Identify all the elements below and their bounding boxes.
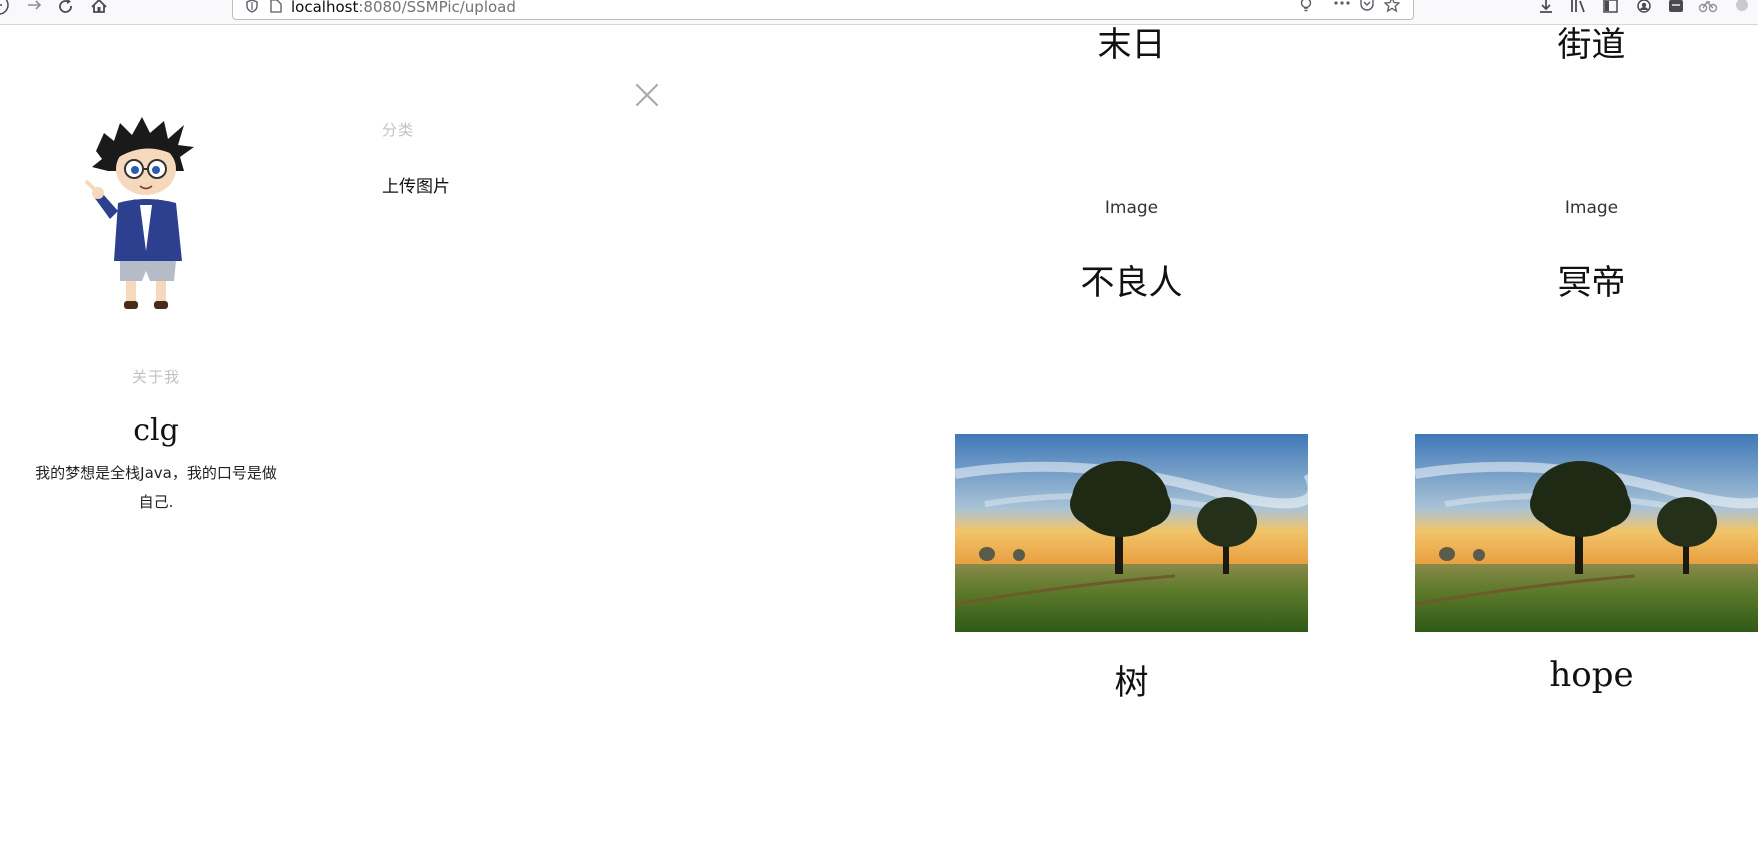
browser-toolbar: localhost:8080/SSMPic/upload xyxy=(0,0,1758,25)
gallery: 色 ge 画 ge 雨 末日 Image 不良人 xyxy=(680,25,1758,842)
forward-arrow-icon[interactable] xyxy=(24,0,46,20)
reload-icon[interactable] xyxy=(56,0,78,20)
gallery-item-caption: Image xyxy=(1564,198,1619,218)
profile-name: clg xyxy=(133,413,179,448)
gallery-item-image[interactable] xyxy=(1415,434,1758,632)
sidebar: 关于我 clg 我的梦想是全栈Java，我的口号是做自己. 分类 上传图片 xyxy=(0,25,680,842)
category-item-upload[interactable]: 上传图片 xyxy=(382,172,450,197)
bike-icon[interactable] xyxy=(1698,0,1718,18)
extension-icon[interactable] xyxy=(1730,0,1750,18)
about-title: 关于我 xyxy=(131,368,180,386)
gallery-column: 末日 Image 不良人 树 xyxy=(955,25,1308,842)
gallery-column: 色 ge 画 ge 雨 xyxy=(680,25,800,842)
url-path: :8080/SSMPic/upload xyxy=(358,0,516,16)
pocket-icon[interactable] xyxy=(1358,0,1376,13)
account-icon[interactable] xyxy=(1634,0,1654,18)
extension-icon[interactable] xyxy=(1666,0,1686,18)
gallery-item-title[interactable]: 冥帝 xyxy=(1415,255,1758,304)
more-icon[interactable] xyxy=(1333,0,1351,13)
category-title: 分类 xyxy=(382,121,415,139)
star-icon[interactable] xyxy=(1383,0,1401,13)
page-icon[interactable] xyxy=(269,0,283,13)
home-icon[interactable] xyxy=(88,0,110,20)
gallery-column: 街道 Image 冥帝 hope xyxy=(1415,25,1758,842)
gallery-item-title[interactable]: 树 xyxy=(955,655,1308,704)
lightbulb-icon[interactable] xyxy=(1297,0,1315,13)
url-bar[interactable]: localhost:8080/SSMPic/upload xyxy=(232,0,1414,20)
shield-icon[interactable] xyxy=(245,0,259,13)
back-arrow-icon[interactable] xyxy=(0,0,16,20)
gallery-item-image[interactable] xyxy=(955,434,1308,632)
close-icon[interactable] xyxy=(632,80,662,110)
gallery-item-title[interactable]: 画 xyxy=(680,255,800,304)
gallery-item-caption: ge xyxy=(680,198,800,218)
gallery-item-title[interactable]: 街道 xyxy=(1415,25,1758,66)
gallery-item-title[interactable]: 雨 xyxy=(680,495,800,544)
gallery-item-title[interactable]: 末日 xyxy=(955,25,1308,66)
gallery-item-title[interactable]: 色 xyxy=(680,25,800,66)
gallery-item-title[interactable]: 不良人 xyxy=(955,255,1308,304)
gallery-item-title[interactable]: hope xyxy=(1415,655,1758,695)
gallery-item-caption: Image xyxy=(1104,198,1159,218)
url-text[interactable]: localhost:8080/SSMPic/upload xyxy=(291,0,516,16)
download-icon[interactable] xyxy=(1536,0,1556,18)
library-icon[interactable] xyxy=(1568,0,1588,18)
url-host: localhost xyxy=(291,0,359,16)
avatar xyxy=(84,111,212,311)
gallery-item-caption: ge xyxy=(680,438,800,458)
sidebar-icon[interactable] xyxy=(1601,0,1621,18)
profile-bio: 我的梦想是全栈Java，我的口号是做自己. xyxy=(35,464,277,511)
